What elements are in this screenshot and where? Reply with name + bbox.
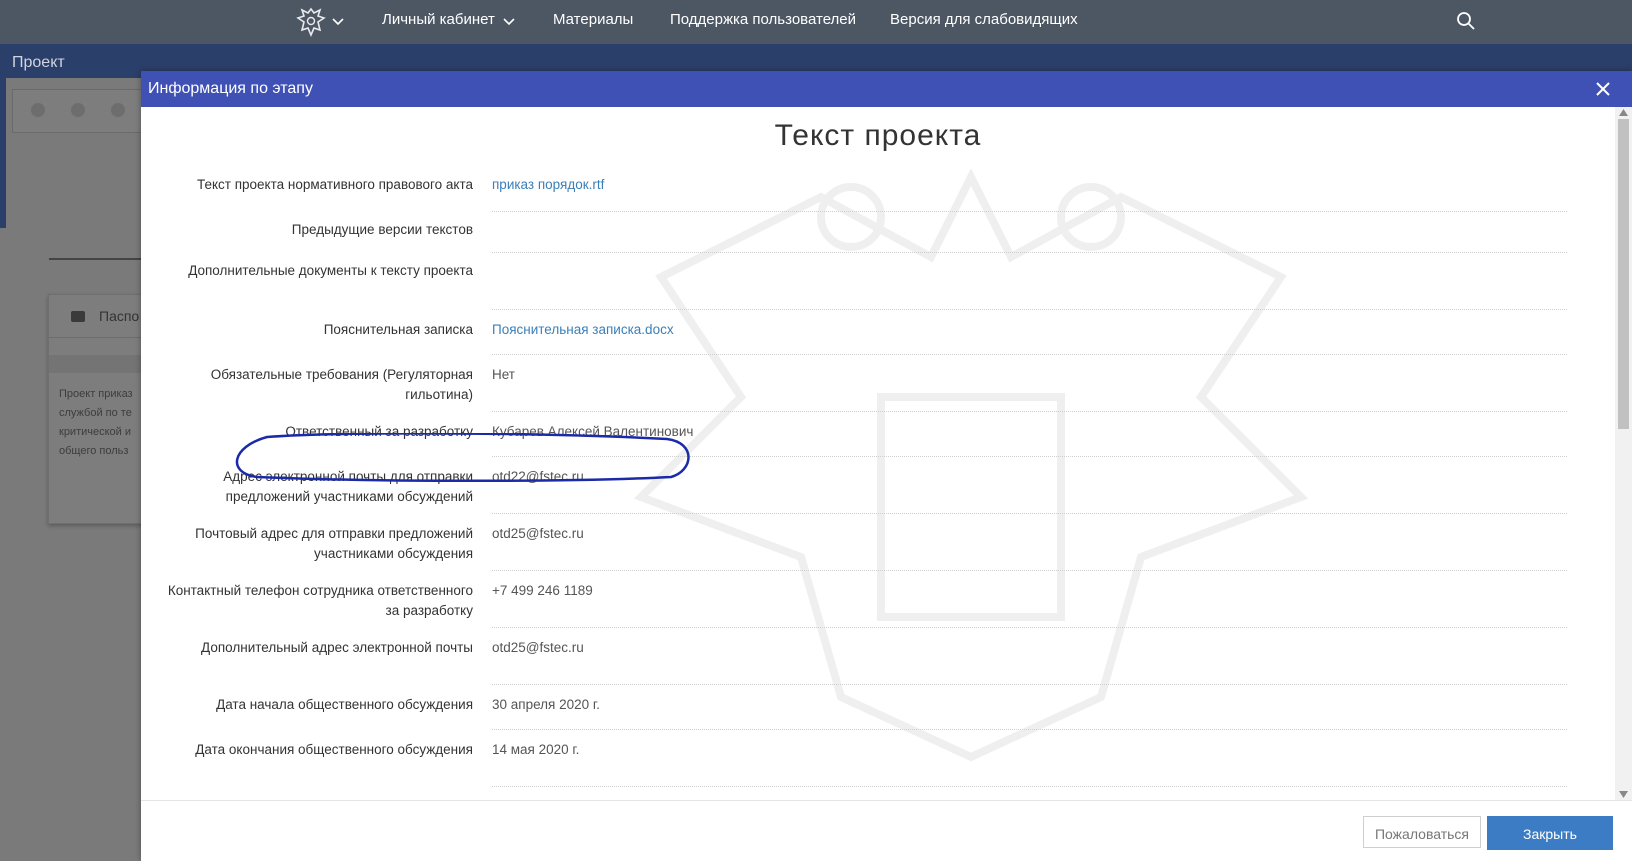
field-label: Дата окончания общественного обсуждения — [195, 742, 473, 757]
modal-scrollbar[interactable] — [1615, 107, 1632, 800]
nav-personal-account[interactable]: Личный кабинет — [382, 11, 495, 28]
field-value — [492, 212, 1567, 253]
field-row: Текст проекта нормативного правового акт… — [141, 171, 1615, 212]
field-value: Кубарев Алексей Валентинович — [492, 412, 1567, 457]
modal-footer: Пожаловаться Закрыть — [141, 800, 1632, 861]
field-value: otd22@fstec.ru — [492, 457, 1567, 514]
forward-icon — [71, 103, 85, 117]
field-value: Пояснительная записка.docx — [492, 310, 1567, 355]
nav-materials[interactable]: Материалы — [553, 11, 633, 28]
briefcase-icon — [71, 311, 85, 322]
scroll-up-icon[interactable] — [1619, 109, 1628, 116]
field-row: Дополнительный адрес электронной почты o… — [141, 628, 1615, 685]
refresh-icon — [111, 103, 125, 117]
field-label: Дата начала общественного обсуждения — [216, 697, 473, 712]
field-value: 30 апреля 2020 г. — [492, 685, 1567, 730]
field-value: otd25@fstec.ru — [492, 514, 1567, 571]
back-icon — [31, 103, 45, 117]
scrollbar-thumb[interactable] — [1618, 119, 1629, 429]
field-row: Дата окончания общественного обсуждения … — [141, 730, 1615, 787]
search-icon[interactable] — [1456, 11, 1476, 31]
top-navigation-bar: Личный кабинет Материалы Поддержка польз… — [0, 0, 1632, 44]
field-row: Обязательные требования (Регуляторная ги… — [141, 355, 1615, 412]
background-left-strip — [0, 78, 6, 228]
project-info-form: Текст проекта нормативного правового акт… — [141, 171, 1615, 787]
field-value: Нет — [492, 355, 1567, 412]
field-row: Почтовый адрес для отправки предложений … — [141, 514, 1615, 571]
field-row: Адрес электронной почты для отправки пре… — [141, 457, 1615, 514]
field-value: +7 499 246 1189 — [492, 571, 1567, 628]
modal-title: Информация по этапу — [148, 80, 313, 97]
field-label: Адрес электронной почты для отправки пре… — [223, 469, 473, 504]
field-value: otd25@fstec.ru — [492, 628, 1567, 685]
nav-user-support[interactable]: Поддержка пользователей — [670, 11, 856, 28]
modal-body: Текст проекта Текст проекта нормативного… — [141, 107, 1632, 800]
modal-header: Информация по этапу — [141, 71, 1632, 107]
stage-info-modal: Информация по этапу Текст проекта Текст … — [141, 71, 1632, 861]
section-title: Текст проекта — [774, 119, 982, 152]
close-icon[interactable] — [1593, 79, 1613, 99]
field-row: Дополнительные документы к тексту проект… — [141, 253, 1615, 310]
field-label: Контактный телефон сотрудника ответствен… — [167, 583, 473, 618]
background-card-title: Паспо — [99, 308, 140, 324]
field-label: Текст проекта нормативного правового акт… — [196, 177, 473, 192]
field-row: Предыдущие версии текстов — [141, 212, 1615, 253]
nav-visually-impaired-version[interactable]: Версия для слабовидящих — [890, 11, 1078, 28]
field-label: Дополнительные документы к тексту проект… — [188, 263, 473, 278]
field-label: Дополнительный адрес электронной почты — [201, 640, 473, 655]
field-row: Контактный телефон сотрудника ответствен… — [141, 571, 1615, 628]
chevron-down-icon[interactable] — [332, 18, 344, 26]
project-text-file-link[interactable]: приказ порядок.rtf — [492, 177, 604, 192]
background-header-title: Проект — [12, 54, 65, 71]
field-label: Ответственный за разработку — [285, 424, 473, 439]
background-divider — [49, 258, 149, 260]
scroll-down-icon[interactable] — [1619, 791, 1628, 798]
field-row: Дата начала общественного обсуждения 30 … — [141, 685, 1615, 730]
field-row-responsible: Ответственный за разработку Кубарев Алек… — [141, 412, 1615, 457]
coat-of-arms-icon[interactable] — [296, 6, 326, 38]
complain-button[interactable]: Пожаловаться — [1363, 816, 1481, 848]
explanatory-note-link[interactable]: Пояснительная записка.docx — [492, 322, 674, 337]
field-label: Почтовый адрес для отправки предложений … — [195, 526, 473, 561]
chevron-down-icon[interactable] — [503, 18, 515, 26]
field-value: 14 мая 2020 г. — [492, 730, 1567, 787]
close-button[interactable]: Закрыть — [1487, 816, 1613, 850]
field-label: Пояснительная записка — [323, 322, 473, 337]
field-value: приказ порядок.rtf — [492, 171, 1567, 212]
background-toolbar — [12, 89, 154, 133]
field-label: Обязательные требования (Регуляторная ги… — [210, 367, 473, 402]
field-row: Пояснительная записка Пояснительная запи… — [141, 310, 1615, 355]
field-label: Предыдущие версии текстов — [291, 222, 473, 237]
field-value — [492, 257, 1567, 310]
